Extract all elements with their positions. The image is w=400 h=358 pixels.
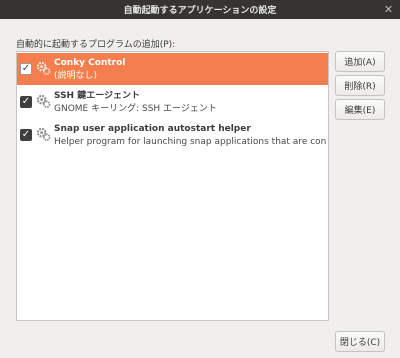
close-icon[interactable]: ✕ — [382, 3, 395, 16]
program-name: Snap user application autostart helper — [54, 124, 251, 134]
program-description: Helper program for launching snap applic… — [54, 137, 326, 147]
list-item[interactable]: ✓ SSH 鍵エージェント GNOME キーリング: SSH エージェント — [17, 86, 328, 118]
title-bar: 自動起動するアプリケーションの設定 ✕ — [0, 0, 400, 19]
enabled-checkbox[interactable]: ✓ — [20, 129, 32, 141]
close-button[interactable]: 閉じる(C) — [335, 331, 385, 352]
edit-button[interactable]: 編集(E) — [335, 99, 385, 120]
startup-programs-list[interactable]: ✓ Conky Control (説明なし) ✓ SSH 鍵エージェント GNO… — [16, 51, 329, 321]
add-button[interactable]: 追加(A) — [335, 51, 385, 72]
gears-icon — [36, 94, 51, 108]
program-name: Conky Control — [54, 58, 126, 68]
gears-icon — [36, 127, 51, 141]
remove-button[interactable]: 削除(R) — [335, 75, 385, 96]
enabled-checkbox[interactable]: ✓ — [20, 63, 32, 75]
program-description: (説明なし) — [54, 71, 98, 81]
gears-icon — [36, 61, 51, 75]
list-item[interactable]: ✓ Conky Control (説明なし) — [17, 53, 328, 85]
program-description: GNOME キーリング: SSH エージェント — [54, 104, 217, 114]
programs-label: 自動的に起動するプログラムの追加(P): — [16, 40, 176, 50]
enabled-checkbox[interactable]: ✓ — [20, 96, 32, 108]
list-item[interactable]: ✓ Snap user application autostart helper… — [17, 119, 328, 151]
window-title: 自動起動するアプリケーションの設定 — [123, 6, 277, 16]
program-name: SSH 鍵エージェント — [54, 91, 141, 101]
